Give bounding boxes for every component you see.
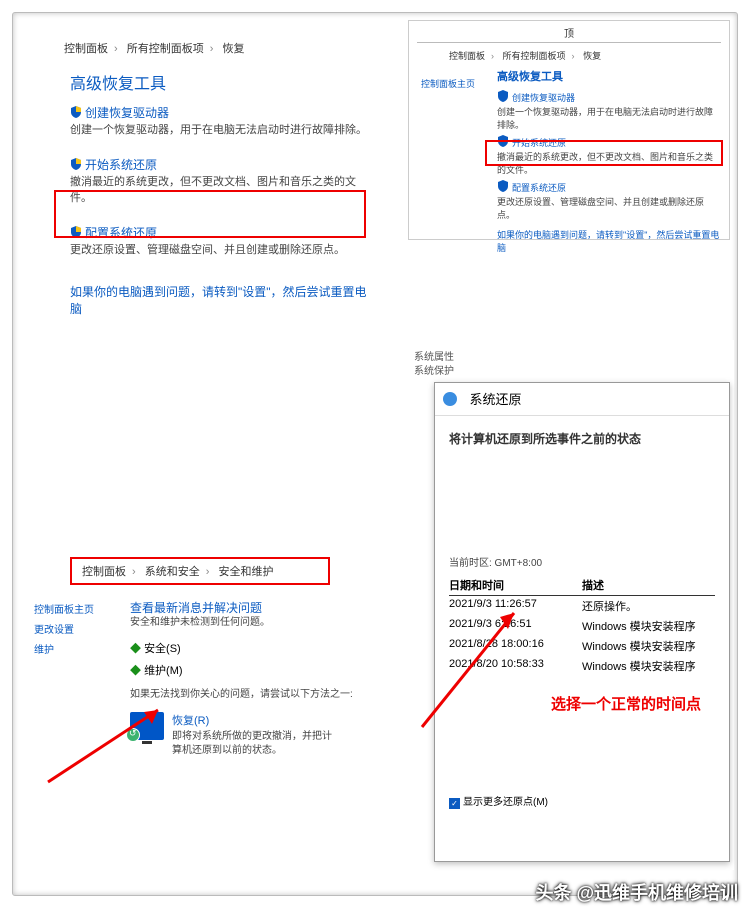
create-recovery-link[interactable]: 创建恢复驱动器 — [70, 104, 376, 121]
bc-recovery[interactable]: 恢复 — [222, 43, 244, 55]
page-title: 高级恢复工具 — [497, 68, 721, 84]
globe-icon — [443, 392, 457, 406]
cell-desc: Windows 模块安装程序 — [582, 638, 715, 654]
create-recovery-desc: 创建一个恢复驱动器，用于在电脑无法启动时进行故障排除。 — [497, 106, 721, 131]
system-restore-link[interactable]: 开始系统还原 — [70, 156, 376, 173]
shield-icon — [70, 226, 82, 238]
table-row[interactable]: 2021/9/3 11:26:57还原操作。 — [449, 596, 715, 616]
annotation-text: 选择一个正常的时间点 — [551, 693, 701, 714]
system-restore-desc: 撤消最近的系统更改，但不更改文档、图片和音乐之类的文件。 — [70, 175, 376, 206]
bc-all-items[interactable]: 所有控制面板项 — [127, 43, 204, 55]
page-title: 高级恢复工具 — [70, 70, 376, 94]
shield-icon — [70, 106, 82, 118]
sidebar-home[interactable]: 控制面板主页 — [34, 601, 94, 616]
main-title: 查看最新消息并解决问题 — [130, 599, 404, 616]
breadcrumb: 控制面板› 所有控制面板项› 恢复 — [62, 40, 376, 56]
table-row[interactable]: 2021/8/20 10:58:33Windows 模块安装程序 — [449, 656, 715, 676]
recovery-desc: 即将对系统所做的更改撤消，并把计算机还原到以前的状态。 — [172, 730, 332, 758]
system-restore-desc: 撤消最近的系统更改，但不更改文档、图片和音乐之类的文件。 — [497, 151, 721, 176]
recovery-link[interactable]: 恢复(R) — [172, 712, 332, 728]
maintenance-section[interactable]: ◆ 维护(M) — [130, 662, 404, 678]
dialog-heading: 将计算机还原到所选事件之前的状态 — [435, 416, 729, 451]
shield-icon — [70, 158, 82, 170]
problem-text: 如果无法找到你关心的问题，请尝试以下方法之一: — [130, 688, 404, 702]
config-restore-desc: 更改还原设置、管理磁盘空间、并且创建或删除还原点。 — [70, 243, 376, 258]
top-left-panel: 控制面板› 所有控制面板项› 恢复 高级恢复工具 创建恢复驱动器 创建一个恢复驱… — [20, 28, 390, 328]
dialog-title: 系统还原 — [469, 392, 521, 407]
window-caption: 顶 — [417, 25, 721, 43]
shield-icon — [497, 90, 509, 102]
top-right-panel: 顶 控制面板› 所有控制面板项› 恢复 控制面板主页 高级恢复工具 创建恢复驱动… — [408, 20, 730, 240]
cell-datetime: 2021/9/3 11:26:57 — [449, 598, 582, 614]
bottom-left-panel: 控制面板› 系统和安全› 安全和维护 控制面板主页 更改设置 维护 查看最新消息… — [24, 545, 410, 805]
timezone-label: 当前时区: GMT+8:00 — [435, 557, 729, 575]
system-restore-link[interactable]: 开始系统还原 — [497, 135, 721, 149]
breadcrumb: 控制面板› 系统和安全› 安全和维护 — [70, 557, 330, 585]
config-restore-desc: 更改还原设置、管理磁盘空间、并且创建或删除还原点。 — [497, 196, 721, 221]
create-recovery-link[interactable]: 创建恢复驱动器 — [497, 90, 721, 104]
table-row[interactable]: 2021/9/3 6:26:51Windows 模块安装程序 — [449, 616, 715, 636]
watermark: 头条 @迅维手机维修培训 — [535, 879, 738, 905]
cell-desc: Windows 模块安装程序 — [582, 618, 715, 634]
cell-datetime: 2021/9/3 6:26:51 — [449, 618, 582, 634]
checkbox-icon: ✓ — [449, 798, 460, 809]
sidebar-maint[interactable]: 维护 — [34, 641, 54, 656]
table-row[interactable]: 2021/8/28 18:00:16Windows 模块安装程序 — [449, 636, 715, 656]
cell-desc: 还原操作。 — [582, 598, 715, 614]
create-recovery-desc: 创建一个恢复驱动器，用于在电脑无法启动时进行故障排除。 — [70, 123, 376, 138]
bottom-right-panel: 系统属性 系统保护 系统还原 将计算机还原到所选事件之前的状态 当前时区: GM… — [408, 340, 734, 870]
sidebar-home[interactable]: 控制面板主页 — [421, 77, 475, 90]
recovery-icon — [130, 712, 164, 740]
cell-datetime: 2021/8/28 18:00:16 — [449, 638, 582, 654]
shield-icon — [497, 180, 509, 192]
reset-pc-link[interactable]: 如果你的电脑遇到问题，请转到"设置"，然后尝试重置电脑 — [497, 228, 721, 254]
shield-icon — [497, 135, 509, 147]
cell-datetime: 2021/8/20 10:58:33 — [449, 658, 582, 674]
col-datetime: 日期和时间 — [449, 575, 582, 596]
config-restore-link[interactable]: 配置系统还原 — [70, 224, 376, 241]
main-subtitle: 安全和维护未检测到任何问题。 — [130, 616, 404, 630]
config-restore-link[interactable]: 配置系统还原 — [497, 180, 721, 194]
sidebar-settings[interactable]: 更改设置 — [34, 621, 74, 636]
show-more-checkbox[interactable]: ✓显示更多还原点(M) — [449, 793, 548, 809]
side-sysprotect[interactable]: 系统保护 — [414, 362, 454, 377]
cell-desc: Windows 模块安装程序 — [582, 658, 715, 674]
side-sysprops[interactable]: 系统属性 — [414, 348, 454, 363]
reset-pc-link[interactable]: 如果你的电脑遇到问题，请转到"设置"，然后尝试重置电脑 — [70, 283, 376, 317]
security-section[interactable]: ◆ 安全(S) — [130, 640, 404, 656]
col-desc: 描述 — [582, 575, 715, 596]
bc-control-panel[interactable]: 控制面板 — [64, 43, 108, 55]
breadcrumb: 控制面板› 所有控制面板项› 恢复 — [447, 49, 721, 62]
